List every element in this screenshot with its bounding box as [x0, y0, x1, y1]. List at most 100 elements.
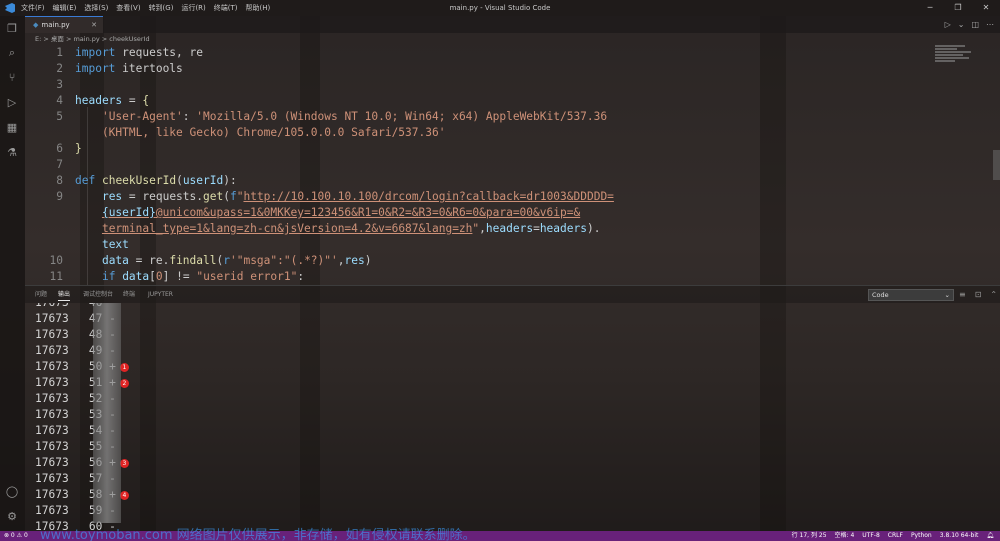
code-line-wrapped[interactable]: (KHTML, like Gecko) Chrome/105.0.0.0 Saf…	[75, 125, 446, 141]
testing-icon[interactable]: ⚗	[5, 146, 19, 160]
code-line[interactable]: headers = {	[75, 93, 149, 109]
code-line-wrapped[interactable]: text	[75, 237, 129, 253]
more-actions-icon[interactable]: ⋯	[986, 16, 994, 33]
source-control-icon[interactable]: ⑂	[5, 71, 19, 85]
line-number: 3	[56, 78, 63, 91]
code-line[interactable]: def cheekUserId(userId):	[75, 173, 237, 189]
breadcrumb[interactable]: E: > 桌面 > main.py > cheekUserId	[25, 33, 150, 45]
tab-debug-console[interactable]: 调试控制台	[83, 286, 113, 304]
line-number: 6	[56, 142, 63, 155]
title-bar: 文件(F) 编辑(E) 选择(S) 查看(V) 转到(G) 运行(R) 终端(T) 帮助(H)…	[0, 0, 1000, 16]
menu-item[interactable]: 运行(R)	[181, 3, 205, 13]
output-channel-select[interactable]: Code ⌄	[868, 289, 954, 301]
cursor-position[interactable]: 行 17, 列 25	[792, 531, 827, 541]
menu-item[interactable]: 编辑(E)	[53, 3, 77, 13]
activity-bar: ❐ ⌕ ⑂ ▷ ▦ ⚗ ◯ ⚙	[0, 16, 25, 531]
tab-close-icon[interactable]: ✕	[91, 17, 97, 33]
indentation[interactable]: 空格: 4	[835, 531, 855, 541]
menu-item[interactable]: 帮助(H)	[246, 3, 271, 13]
output-prefix: 17673	[35, 376, 69, 389]
python-file-icon: ◆	[33, 21, 39, 29]
code-line[interactable]: res = requests.get(f"http://10.100.10.10…	[75, 189, 614, 205]
run-file-icon[interactable]: ▷	[945, 16, 951, 33]
tab-terminal[interactable]: 终端	[123, 286, 135, 304]
output-prefix: 17673	[35, 344, 69, 357]
menu-item[interactable]: 转到(G)	[149, 3, 174, 13]
output-panel[interactable]: 17673 46 17673 47 -17673 48 -17673 49 -1…	[25, 303, 1000, 531]
menu-item[interactable]: 选择(S)	[84, 3, 108, 13]
split-editor-icon[interactable]: ◫	[971, 16, 979, 33]
number-badge: 1	[119, 363, 129, 372]
settings-gear-icon[interactable]: ⚙	[5, 510, 19, 524]
tab-label: main.py	[41, 21, 70, 29]
menu-item[interactable]: 文件(F)	[21, 3, 45, 13]
output-prefix: 17673	[35, 424, 69, 437]
output-prefix: 17673	[35, 360, 69, 373]
account-icon[interactable]: ◯	[5, 485, 19, 499]
code-line[interactable]: if data[0] != "userid error1":	[75, 269, 304, 285]
explorer-icon[interactable]: ❐	[5, 22, 19, 36]
search-icon[interactable]: ⌕	[5, 46, 19, 60]
output-prefix: 17673	[35, 408, 69, 421]
line-number: 7	[56, 158, 63, 171]
code-editor[interactable]: 1 import requests, re 2 import itertools 3…	[25, 45, 1000, 285]
tab-problems[interactable]: 问题	[35, 286, 47, 304]
run-debug-icon[interactable]: ▷	[5, 96, 19, 110]
vscode-logo-icon	[5, 3, 15, 13]
lock-scroll-icon[interactable]: ⊡	[975, 286, 982, 304]
tab-jupyter[interactable]: JUPYTER	[148, 286, 173, 304]
panel-header: 问题 输出 调试控制台 终端 JUPYTER Code ⌄ ≡ ⊡ ⌃ ✕	[25, 285, 1000, 303]
code-line[interactable]: data = re.findall(r'"msga":"(.*?)"',res)	[75, 253, 372, 269]
output-prefix: 17673	[35, 328, 69, 341]
problems-status[interactable]: ⊗ 0 ⚠ 0	[4, 531, 28, 541]
tab-main-py[interactable]: ◆ main.py ✕	[25, 16, 103, 33]
output-prefix: 17673	[35, 392, 69, 405]
status-right: 行 17, 列 25 空格: 4 UTF-8 CRLF Python 3.8.1…	[792, 531, 994, 541]
output-prefix: 17673	[35, 456, 69, 469]
line-number: 5	[56, 110, 63, 123]
clear-output-icon[interactable]: ≡	[959, 286, 966, 304]
line-number: 11	[49, 270, 63, 283]
line-number: 1	[56, 46, 63, 59]
run-dropdown-icon[interactable]: ⌄	[958, 16, 965, 33]
language-mode[interactable]: Python	[911, 531, 932, 541]
tab-output[interactable]: 输出	[58, 286, 71, 301]
menu-item[interactable]: 查看(V)	[116, 3, 140, 13]
number-badge: 2	[119, 379, 129, 388]
line-number: 4	[56, 94, 63, 107]
editor-actions: ▷ ⌄ ◫ ⋯	[945, 16, 994, 33]
status-bar: ⊗ 0 ⚠ 0 行 17, 列 25 空格: 4 UTF-8 CRLF Pyth…	[0, 531, 1000, 541]
output-prefix: 17673	[35, 440, 69, 453]
window-controls: ─ ❐ ✕	[916, 0, 1000, 16]
output-prefix: 17673	[35, 312, 69, 325]
line-number: 8	[56, 174, 63, 187]
code-line[interactable]: import requests, re	[75, 45, 203, 61]
code-line-wrapped[interactable]: {userId}@unicom&upass=1&0MKKey=123456&R1…	[75, 205, 580, 221]
bell-icon[interactable]: 🔔︎	[986, 531, 994, 541]
minimize-icon[interactable]: ─	[916, 0, 944, 16]
code-line[interactable]: }	[75, 141, 82, 157]
menu-item[interactable]: 终端(T)	[214, 3, 238, 13]
extensions-icon[interactable]: ▦	[5, 121, 19, 135]
minimap[interactable]	[935, 45, 975, 75]
number-badge: 3	[119, 459, 129, 468]
editor-scrollbar[interactable]	[993, 150, 1000, 180]
line-ending[interactable]: CRLF	[888, 531, 903, 541]
encoding[interactable]: UTF-8	[862, 531, 880, 541]
line-number: 2	[56, 62, 63, 75]
output-prefix: 17673	[35, 303, 69, 309]
code-line-wrapped[interactable]: terminal_type=1&lang=zh-cn&jsVersion=4.2…	[75, 221, 601, 237]
close-icon[interactable]: ✕	[972, 0, 1000, 16]
code-line[interactable]: 'User-Agent': 'Mozilla/5.0 (Windows NT 1…	[75, 109, 607, 125]
editor-tabs: ◆ main.py ✕ ▷ ⌄ ◫ ⋯	[25, 16, 1000, 33]
maximize-panel-icon[interactable]: ⌃	[990, 286, 997, 304]
redaction-blur	[93, 303, 121, 523]
output-prefix: 17673	[35, 472, 69, 485]
number-badge: 4	[119, 491, 129, 500]
panel-actions: ≡ ⊡ ⌃ ✕	[959, 286, 1000, 304]
code-line[interactable]: import itertools	[75, 61, 183, 77]
line-number: 9	[56, 190, 63, 203]
restore-icon[interactable]: ❐	[944, 0, 972, 16]
python-interpreter[interactable]: 3.8.10 64-bit	[940, 531, 979, 541]
output-channel-value: Code	[872, 291, 889, 299]
